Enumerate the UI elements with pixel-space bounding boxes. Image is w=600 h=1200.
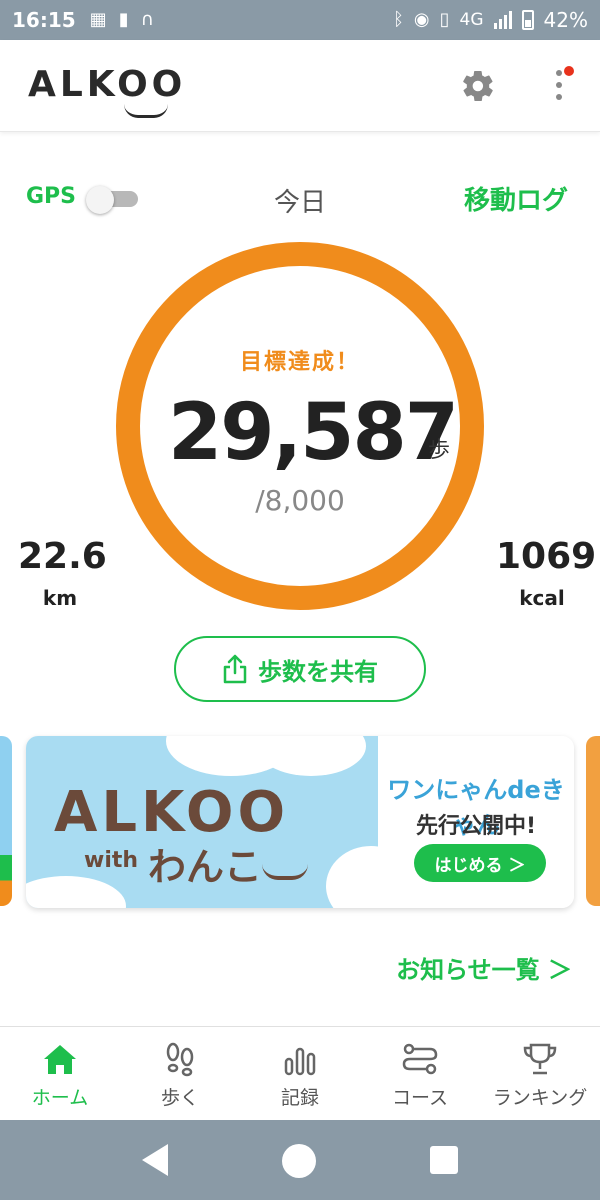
step-goal: /8,000 (255, 484, 345, 517)
location-icon: ◉ (413, 9, 430, 30)
nav-ranking[interactable]: ランキング (480, 1027, 600, 1120)
footprints-icon (166, 1042, 194, 1077)
battery-percent: 42% (543, 8, 588, 32)
banner-info: ワンにゃんdeきゃん 先行公開中! はじめる ＞ (378, 736, 574, 908)
nav-ranking-label: ランキング (492, 1087, 588, 1109)
notification-dot (564, 66, 574, 76)
bars-icon (284, 1047, 316, 1076)
distance-unit: km (42, 586, 78, 610)
goal-status: 目標達成！ (239, 350, 360, 375)
notices-link[interactable]: お知らせ一覧 ＞ (396, 950, 572, 985)
cast-icon: ▦ (89, 9, 107, 30)
move-log-link[interactable]: 移動ログ (464, 180, 568, 217)
step-count: 29,587 (168, 388, 459, 478)
nav-walk-label: 歩く (160, 1087, 199, 1109)
vibrate-icon: ▯ (439, 9, 450, 30)
share-steps-button[interactable]: 歩数を共有 (174, 636, 426, 702)
banner-subtitle: 先行公開中! (415, 814, 537, 839)
nav-home[interactable]: ホーム (0, 1027, 120, 1120)
carousel-next-card[interactable] (586, 736, 600, 906)
headset-icon: ∩ (140, 9, 154, 30)
carousel-prev-card[interactable] (0, 736, 12, 906)
home-icon (44, 1045, 76, 1074)
share-steps-label: 歩数を共有 (258, 657, 378, 686)
system-nav-bar (0, 1120, 600, 1200)
back-icon[interactable] (142, 1144, 168, 1176)
bluetooth-icon: ᛒ (393, 9, 404, 30)
network-label: 4G (459, 10, 484, 30)
more-menu-icon[interactable] (552, 66, 574, 106)
banner-wanko: わんこ (148, 845, 263, 889)
recent-apps-icon[interactable] (430, 1146, 458, 1174)
nav-records-label: 記録 (280, 1087, 319, 1109)
nav-records[interactable]: 記録 (240, 1027, 360, 1120)
status-time: 16:15 (12, 8, 76, 32)
banner-with: with (84, 848, 139, 873)
banner-start-button[interactable]: はじめる ＞ (414, 844, 546, 882)
calories-value: 1069 (496, 536, 597, 577)
nav-home-label: ホーム (31, 1087, 89, 1109)
gear-icon[interactable] (460, 68, 496, 104)
alkoo-logo: ALKOO (28, 64, 187, 105)
promo-banner[interactable]: ALKOO with わんこ ワンにゃんdeきゃん 先行公開中! はじめる ＞ (26, 736, 574, 908)
status-bar: 16:15 ▦ ▮ ∩ ᛒ ◉ ▯ 4G 42% (0, 0, 600, 40)
app-header: ALKOO (0, 40, 600, 132)
distance-value: 22.6 (18, 536, 107, 577)
banner-artwork: ALKOO with わんこ (26, 736, 378, 908)
banner-smile (262, 864, 308, 880)
calories-unit: kcal (519, 586, 565, 610)
route-icon (402, 1043, 438, 1075)
alert-icon: ▮ (118, 9, 129, 30)
nav-walk[interactable]: 歩く (120, 1027, 240, 1120)
signal-icon (493, 11, 512, 29)
home-circle-icon[interactable] (282, 1144, 316, 1178)
logo-smile (124, 104, 168, 118)
step-unit: 歩 (428, 438, 451, 463)
share-icon (223, 654, 247, 684)
bottom-nav: ホーム 歩く 記録 コース ランキング (0, 1026, 600, 1120)
battery-icon (521, 10, 534, 30)
nav-course[interactable]: コース (360, 1027, 480, 1120)
trophy-icon (523, 1043, 557, 1075)
nav-course-label: コース (391, 1087, 449, 1109)
